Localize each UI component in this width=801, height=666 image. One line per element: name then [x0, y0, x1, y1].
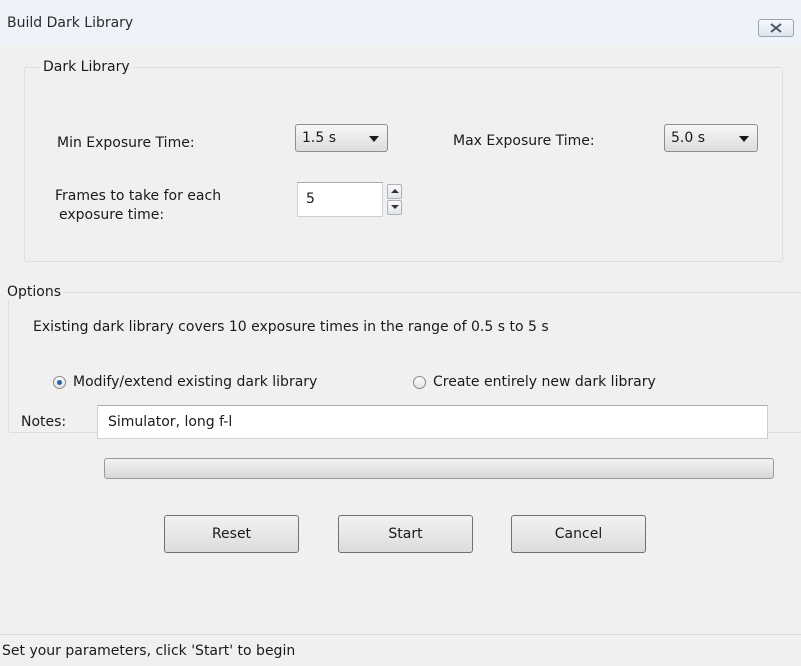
window-title: Build Dark Library [7, 15, 134, 31]
modify-library-radio[interactable] [53, 376, 66, 389]
frames-spin-down-button[interactable] [387, 200, 402, 215]
max-exposure-label: Max Exposure Time: [453, 133, 595, 149]
reset-button[interactable]: Reset [164, 515, 299, 553]
frames-spin-up-button[interactable] [387, 184, 402, 199]
min-exposure-select[interactable]: 1.5 s [295, 124, 388, 152]
frames-input[interactable]: 5 [297, 182, 383, 217]
status-bar: Set your parameters, click 'Start' to be… [0, 634, 801, 666]
create-library-radio[interactable] [413, 376, 426, 389]
title-bar: Build Dark Library [0, 0, 801, 46]
min-exposure-label: Min Exposure Time: [57, 135, 195, 151]
arrow-up-icon [391, 189, 399, 193]
frames-value: 5 [306, 191, 315, 207]
cancel-button[interactable]: Cancel [511, 515, 646, 553]
notes-label: Notes: [21, 414, 67, 430]
modify-library-label[interactable]: Modify/extend existing dark library [73, 373, 317, 391]
start-button[interactable]: Start [338, 515, 473, 553]
notes-input[interactable]: Simulator, long f-l [97, 405, 768, 439]
min-exposure-value: 1.5 s [302, 130, 337, 146]
max-exposure-value: 5.0 s [671, 130, 706, 146]
status-text: Set your parameters, click 'Start' to be… [2, 643, 296, 659]
options-summary-text: Existing dark library covers 10 exposure… [33, 319, 549, 335]
chevron-down-icon [739, 136, 749, 142]
progress-bar [104, 458, 774, 479]
frames-label-line1: Frames to take for each [55, 188, 222, 204]
dark-library-legend: Dark Library [43, 59, 130, 75]
max-exposure-select[interactable]: 5.0 s [664, 124, 758, 152]
frames-label-line2: exposure time: [59, 207, 165, 223]
close-button[interactable] [758, 19, 794, 37]
chevron-down-icon [369, 136, 379, 142]
arrow-down-icon [391, 205, 399, 209]
close-x-icon [770, 23, 782, 33]
dark-library-group: Dark Library [24, 59, 783, 262]
options-legend: Options [7, 284, 62, 300]
create-library-label[interactable]: Create entirely new dark library [433, 373, 656, 391]
notes-value: Simulator, long f-l [108, 414, 233, 430]
